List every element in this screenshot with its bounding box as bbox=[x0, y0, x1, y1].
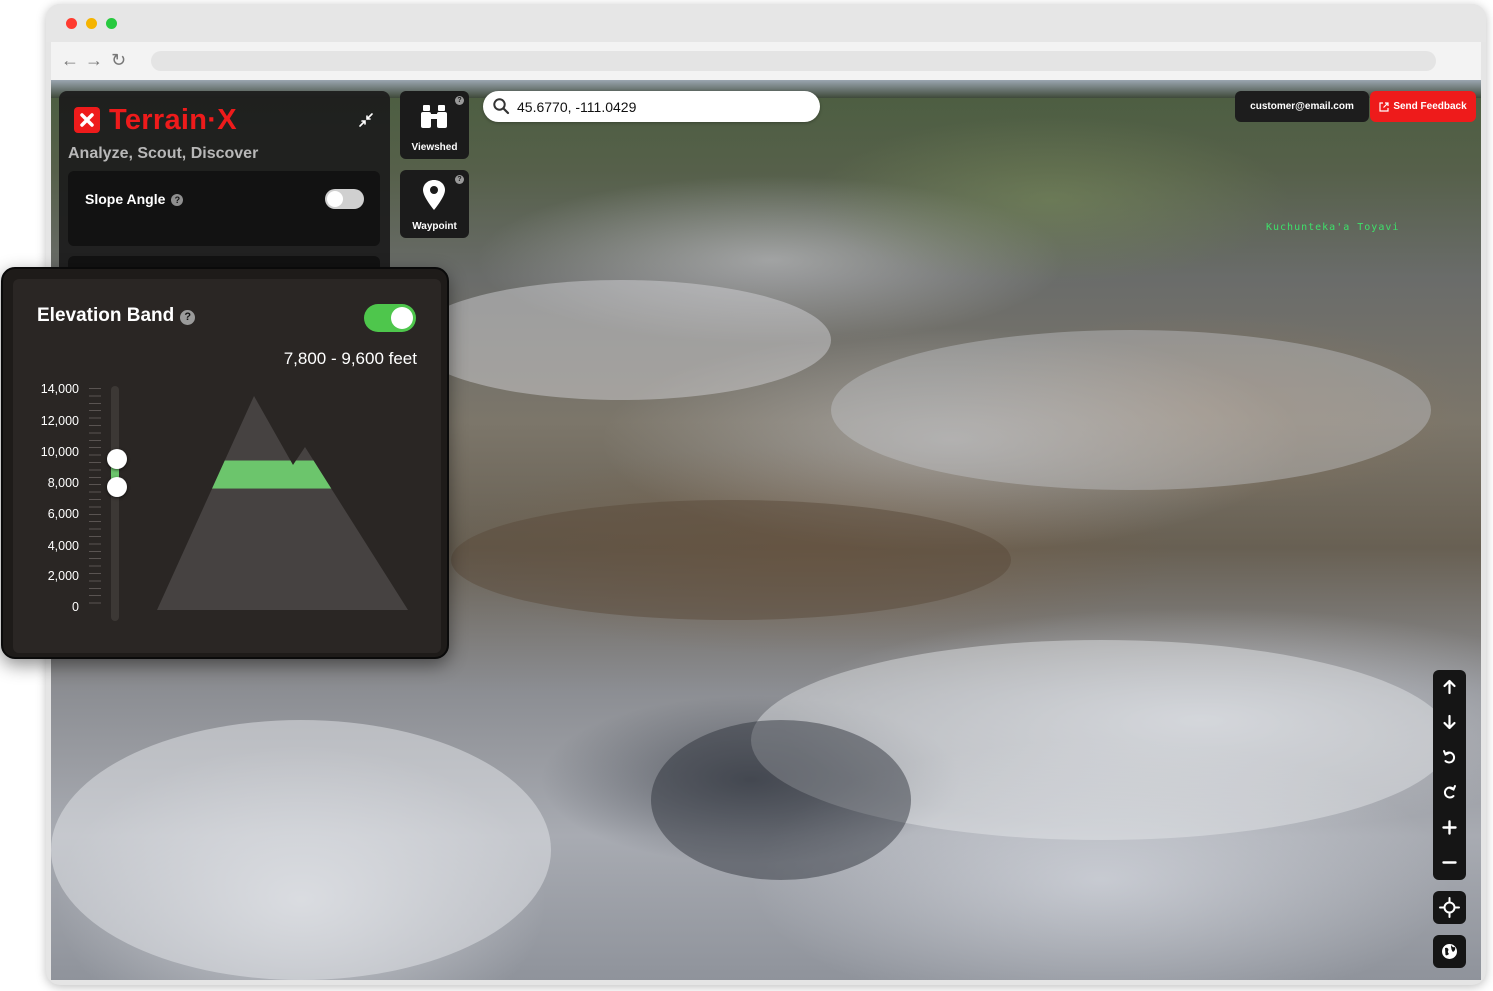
zoom-in-button[interactable] bbox=[1433, 810, 1466, 845]
rotate-right-icon bbox=[1444, 785, 1456, 799]
brand-name: Terrain·X bbox=[109, 104, 237, 136]
zoom-out-button[interactable] bbox=[1433, 845, 1466, 880]
collapse-icon[interactable] bbox=[358, 112, 374, 133]
scale-label: 8,000 bbox=[47, 476, 79, 490]
slope-angle-label: Slope Angle bbox=[85, 191, 166, 207]
valley-shadow bbox=[451, 500, 1011, 620]
arrow-up-icon bbox=[1443, 679, 1456, 695]
external-link-icon bbox=[1379, 101, 1389, 112]
snow-field bbox=[51, 720, 551, 980]
help-icon[interactable]: ? bbox=[455, 96, 464, 105]
search-input[interactable] bbox=[515, 96, 814, 118]
close-window-button[interactable] bbox=[66, 18, 77, 29]
globe-button[interactable] bbox=[1433, 935, 1466, 968]
crosshair-icon bbox=[1439, 897, 1460, 918]
snow-ridge bbox=[411, 280, 831, 400]
browser-navbar: ← → ↻ bbox=[51, 42, 1481, 80]
elevation-band-title: Elevation Band? bbox=[37, 305, 196, 327]
forward-arrow-icon[interactable]: → bbox=[85, 50, 103, 70]
rotate-right-button[interactable] bbox=[1433, 775, 1466, 810]
mountain-shape bbox=[157, 396, 408, 610]
elevation-range-slider[interactable] bbox=[111, 386, 119, 621]
rotate-left-button[interactable] bbox=[1433, 740, 1466, 775]
scale-label: 4,000 bbox=[47, 539, 79, 553]
logo-icon bbox=[74, 107, 100, 133]
address-bar[interactable] bbox=[151, 51, 1436, 71]
sidebar-panel: Terrain·X Analyze, Scout, Discover Slope… bbox=[59, 91, 390, 296]
elevation-band-toggle[interactable] bbox=[364, 304, 416, 332]
minus-icon bbox=[1442, 861, 1457, 864]
slope-angle-card: Slope Angle? bbox=[68, 171, 380, 246]
locate-button[interactable] bbox=[1433, 891, 1466, 924]
toggle-knob bbox=[327, 191, 343, 207]
map-pin-icon bbox=[423, 180, 445, 210]
pan-up-button[interactable] bbox=[1433, 670, 1466, 705]
scale-ticks bbox=[89, 388, 101, 610]
scale-label: 0 bbox=[72, 600, 79, 614]
send-feedback-button[interactable]: Send Feedback bbox=[1370, 91, 1476, 122]
valley-shadow bbox=[651, 720, 911, 880]
globe-icon bbox=[1442, 944, 1457, 959]
toggle-knob bbox=[391, 307, 413, 329]
elevation-band-highlight bbox=[157, 460, 408, 489]
arrow-down-icon bbox=[1443, 714, 1456, 730]
map-place-label: Kuchunteka'a Toyavi bbox=[1266, 222, 1400, 233]
slope-angle-toggle[interactable] bbox=[325, 189, 364, 209]
scale-label: 6,000 bbox=[47, 507, 79, 521]
minimize-window-button[interactable] bbox=[86, 18, 97, 29]
slider-high-thumb[interactable] bbox=[107, 448, 127, 469]
browser-titlebar bbox=[46, 4, 1486, 42]
help-icon[interactable]: ? bbox=[455, 175, 464, 184]
pan-down-button[interactable] bbox=[1433, 705, 1466, 740]
rotate-left-icon bbox=[1443, 750, 1455, 764]
search-icon bbox=[493, 98, 510, 115]
scale-label: 10,000 bbox=[40, 445, 79, 459]
waypoint-button[interactable]: ? Waypoint bbox=[400, 170, 469, 238]
reload-icon[interactable]: ↻ bbox=[111, 50, 126, 70]
maximize-window-button[interactable] bbox=[106, 18, 117, 29]
scale-label: 14,000 bbox=[40, 382, 79, 396]
coordinate-search bbox=[483, 91, 820, 122]
elevation-scale: 14,000 12,000 10,000 8,000 6,000 4,000 2… bbox=[21, 382, 101, 614]
brand-tagline: Analyze, Scout, Discover bbox=[68, 145, 259, 162]
elevation-range-text: 7,800 - 9,600 feet bbox=[283, 349, 417, 368]
waypoint-label: Waypoint bbox=[412, 221, 457, 232]
back-arrow-icon[interactable]: ← bbox=[61, 50, 79, 70]
help-icon[interactable]: ? bbox=[180, 310, 196, 325]
scale-label: 12,000 bbox=[40, 414, 79, 428]
snow-ridge bbox=[831, 330, 1431, 490]
help-icon[interactable]: ? bbox=[171, 194, 184, 206]
map-navigation-controls bbox=[1433, 670, 1466, 880]
plus-icon bbox=[1442, 820, 1457, 835]
scale-label: 2,000 bbox=[47, 569, 79, 583]
elevation-band-label: Elevation Band bbox=[37, 305, 175, 326]
mountain-illustration bbox=[157, 396, 408, 610]
send-feedback-label: Send Feedback bbox=[1393, 101, 1467, 112]
viewshed-button[interactable]: ? Viewshed bbox=[400, 91, 469, 159]
binoculars-icon bbox=[421, 105, 447, 128]
slider-low-thumb[interactable] bbox=[107, 476, 127, 497]
account-button[interactable]: customer@email.com bbox=[1235, 91, 1369, 122]
slope-angle-title: Slope Angle? bbox=[85, 191, 184, 207]
viewshed-label: Viewshed bbox=[411, 142, 458, 153]
